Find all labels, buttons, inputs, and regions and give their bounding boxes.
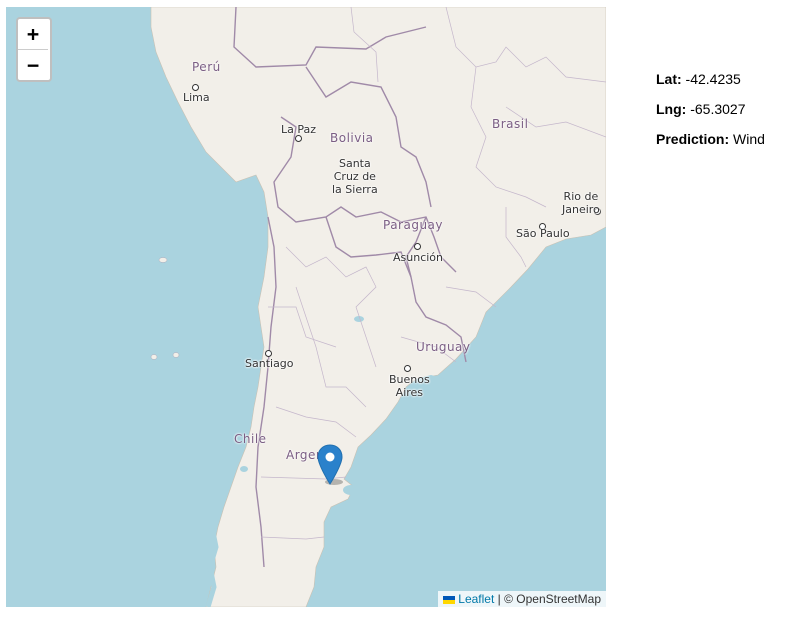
city-label-asuncion: Asunción [393,251,444,264]
prediction-value: Wind [729,131,765,147]
city-label-la-paz: La Paz [281,123,317,136]
land-south-america [150,7,606,607]
prediction-label: Prediction: [656,131,730,147]
zoom-in-button[interactable]: + [18,19,48,50]
city-label-rio: Rio de Janeiro [562,190,600,216]
map-tiles[interactable] [6,7,606,607]
city-dot-la-paz [295,135,302,142]
city-label-lima: Lima [183,91,210,104]
country-label-bolivia: Bolivia [330,131,374,145]
city-dot-lima [192,84,199,91]
location-pin-icon[interactable] [317,444,343,485]
info-panel: Lat: -42.4235 Lng: -65.3027 Prediction: … [656,70,765,160]
map-container[interactable]: Perú Bolivia Brasil Paraguay Uruguay Chi… [6,7,606,607]
lat-label: Lat: [656,71,682,87]
city-label-sao-paulo: São Paulo [516,227,570,240]
ukraine-flag-icon [443,596,456,604]
lat-row: Lat: -42.4235 [656,70,765,100]
attribution-text: | © OpenStreetMap [494,592,601,606]
city-dot-asuncion [414,243,421,250]
lng-label: Lng: [656,101,687,117]
map-attribution: Leaflet | © OpenStreetMap [438,591,606,607]
city-dot-santiago [265,350,272,357]
prediction-row: Prediction: Wind [656,130,765,160]
country-label-chile: Chile [234,432,267,446]
city-label-buenos-aires: Buenos Aires [389,373,430,399]
city-dot-buenos-aires [404,365,411,372]
country-label-paraguay: Paraguay [383,218,444,232]
lng-value: -65.3027 [686,101,746,117]
leaflet-link[interactable]: Leaflet [458,592,494,606]
zoom-control: + − [16,17,52,82]
lat-value: -42.4235 [681,71,741,87]
city-label-santiago: Santiago [245,357,294,370]
country-label-peru: Perú [192,60,221,74]
lng-row: Lng: -65.3027 [656,100,765,130]
city-label-santa-cruz: Santa Cruz de la Sierra [332,157,378,196]
country-label-uruguay: Uruguay [416,340,471,354]
zoom-out-button[interactable]: − [18,50,48,80]
country-label-brasil: Brasil [492,117,529,131]
